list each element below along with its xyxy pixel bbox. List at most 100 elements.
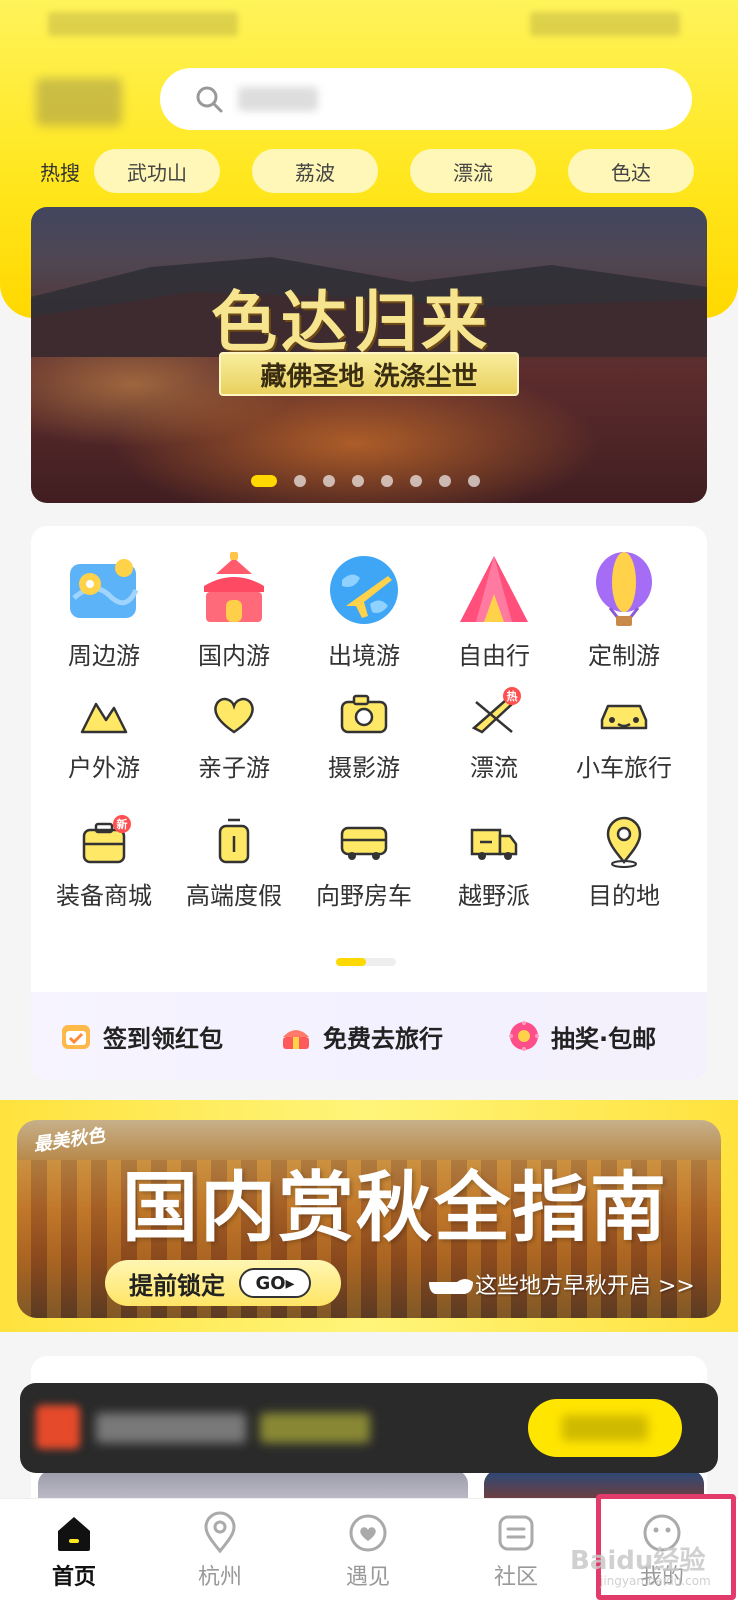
banner-subtitle: 藏佛圣地 洗涤尘世 <box>219 352 519 396</box>
hero-banner[interactable]: 色达归来 藏佛圣地 洗涤尘世 <box>31 207 707 503</box>
banner-dot-active <box>251 475 277 487</box>
category-family-tour[interactable]: 亲子游 <box>169 686 299 783</box>
calendar-icon <box>62 1025 90 1049</box>
tab-meet[interactable]: 遇见 <box>318 1511 418 1591</box>
hot-search-chip[interactable]: 色达 <box>568 149 694 193</box>
tab-home[interactable]: 首页 <box>24 1511 124 1591</box>
banner-title: 色达归来 <box>211 284 491 361</box>
category-car-travel[interactable]: 小车旅行 <box>559 686 689 783</box>
search-icon <box>194 84 224 114</box>
category-label: 出境游 <box>328 642 400 670</box>
autumn-cta-button[interactable]: 提前锁定 GO▸ <box>105 1260 341 1306</box>
backpack-icon: 新 <box>82 815 131 864</box>
plane-globe-icon <box>330 556 398 624</box>
category-label: 摄影游 <box>328 754 400 782</box>
category-label: 定制游 <box>588 642 660 670</box>
watermark-sub: jingyan.baidu.com <box>600 1574 711 1588</box>
promo-label: 抽奖·包邮 <box>551 1024 657 1053</box>
category-outbound-tour[interactable]: 出境游 <box>299 550 429 671</box>
go-button[interactable]: GO▸ <box>239 1268 311 1298</box>
hot-search-row: 热搜 武功山 荔波 漂流 色达 <box>40 148 700 194</box>
community-icon <box>498 1515 534 1551</box>
category-label: 周边游 <box>68 642 140 670</box>
hot-search-chip[interactable]: 荔波 <box>252 149 378 193</box>
tab-label: 社区 <box>493 1565 538 1590</box>
mountain-icon <box>80 702 128 734</box>
notice-highlight-blurred <box>260 1413 370 1443</box>
category-gear-mall[interactable]: 新 装备商城 <box>39 814 169 911</box>
category-label: 漂流 <box>470 754 518 782</box>
category-label: 国内游 <box>198 642 270 670</box>
category-free-travel[interactable]: 自由行 <box>429 550 559 671</box>
autumn-hint-link[interactable]: 这些地方早秋开启 >> <box>475 1268 695 1300</box>
tab-city[interactable]: 杭州 <box>170 1511 270 1591</box>
banner-dot <box>468 475 480 487</box>
kayak-icon: 热 <box>471 687 521 734</box>
tab-label: 杭州 <box>197 1565 242 1590</box>
notice-bar[interactable] <box>20 1383 718 1473</box>
hot-search-label: 热搜 <box>40 160 80 185</box>
category-rv[interactable]: 向野房车 <box>299 814 429 911</box>
autumn-banner-wrapper: 最美秋色 国内赏秋全指南 提前锁定 GO▸ 这些地方早秋开启 >> <box>0 1100 738 1332</box>
rv-icon <box>340 826 388 860</box>
watermark: Baidu经验 <box>570 1546 706 1576</box>
promo-lottery[interactable]: 抽奖·包邮 <box>507 1019 656 1054</box>
autumn-title: 国内赏秋全指南 <box>122 1163 668 1252</box>
category-label: 小车旅行 <box>576 754 672 782</box>
notice-action-button[interactable] <box>528 1399 682 1457</box>
promo-free-travel[interactable]: 免费去旅行 <box>279 1019 443 1054</box>
hot-search-chip[interactable]: 武功山 <box>94 149 220 193</box>
category-domestic-tour[interactable]: 国内游 <box>169 550 299 671</box>
hot-search-chip[interactable]: 漂流 <box>410 149 536 193</box>
search-placeholder <box>238 87 318 111</box>
banner-dot <box>410 475 422 487</box>
pointing-hand-icon <box>429 1279 473 1294</box>
tab-label: 遇见 <box>345 1565 390 1590</box>
category-label: 户外游 <box>68 754 140 782</box>
promo-label: 免费去旅行 <box>323 1024 443 1053</box>
map-pin-icon <box>70 559 139 618</box>
banner-dot <box>323 475 335 487</box>
category-rafting[interactable]: 热 漂流 <box>429 686 559 783</box>
tent-icon <box>460 556 528 622</box>
banner-dot <box>352 475 364 487</box>
promo-label: 签到领红包 <box>103 1024 223 1053</box>
autumn-tag: 最美秋色 <box>32 1125 107 1156</box>
category-nearby-tour[interactable]: 周边游 <box>39 550 169 671</box>
category-offroad[interactable]: 越野派 <box>429 814 559 911</box>
notice-avatar <box>36 1405 80 1449</box>
category-card: 周边游 国内游 出境游 自由行 定制游 户外游 亲子游 摄影游 热 漂流 小车旅… <box>31 526 707 1080</box>
hot-badge-text: 热 <box>507 689 518 703</box>
banner-dot <box>294 475 306 487</box>
category-luxury-vacation[interactable]: 高端度假 <box>169 814 299 911</box>
autumn-guide-banner[interactable]: 最美秋色 国内赏秋全指南 提前锁定 GO▸ 这些地方早秋开启 >> <box>17 1120 721 1318</box>
status-bar <box>0 0 738 50</box>
category-page-indicator <box>336 958 396 966</box>
promo-bar: 签到领红包 免费去旅行 抽奖·包邮 <box>31 992 707 1080</box>
category-photo-tour[interactable]: 摄影游 <box>299 686 429 783</box>
category-label: 亲子游 <box>198 754 270 782</box>
heart-circle-icon <box>349 1514 387 1552</box>
category-outdoor-tour[interactable]: 户外游 <box>39 686 169 783</box>
camera-icon <box>340 694 388 734</box>
banner-dot <box>381 475 393 487</box>
category-label: 高端度假 <box>186 882 282 910</box>
luggage-icon <box>218 818 250 864</box>
category-label: 向野房车 <box>316 882 412 910</box>
city-selector[interactable] <box>36 78 122 126</box>
lottery-wheel-icon <box>509 1021 539 1051</box>
notice-text-blurred <box>96 1413 246 1443</box>
category-custom-tour[interactable]: 定制游 <box>559 550 689 671</box>
heart-icon <box>214 697 254 734</box>
location-pin-icon <box>606 816 642 868</box>
location-icon <box>204 1511 236 1554</box>
category-label: 目的地 <box>588 882 660 910</box>
search-input[interactable] <box>160 68 692 130</box>
truck-icon <box>470 828 518 860</box>
category-destination[interactable]: 目的地 <box>559 814 689 911</box>
tab-community[interactable]: 社区 <box>466 1511 566 1591</box>
banner-dot <box>439 475 451 487</box>
category-label: 自由行 <box>458 642 530 670</box>
gift-box-icon <box>283 1030 309 1049</box>
promo-checkin-redpacket[interactable]: 签到领红包 <box>59 1019 223 1054</box>
